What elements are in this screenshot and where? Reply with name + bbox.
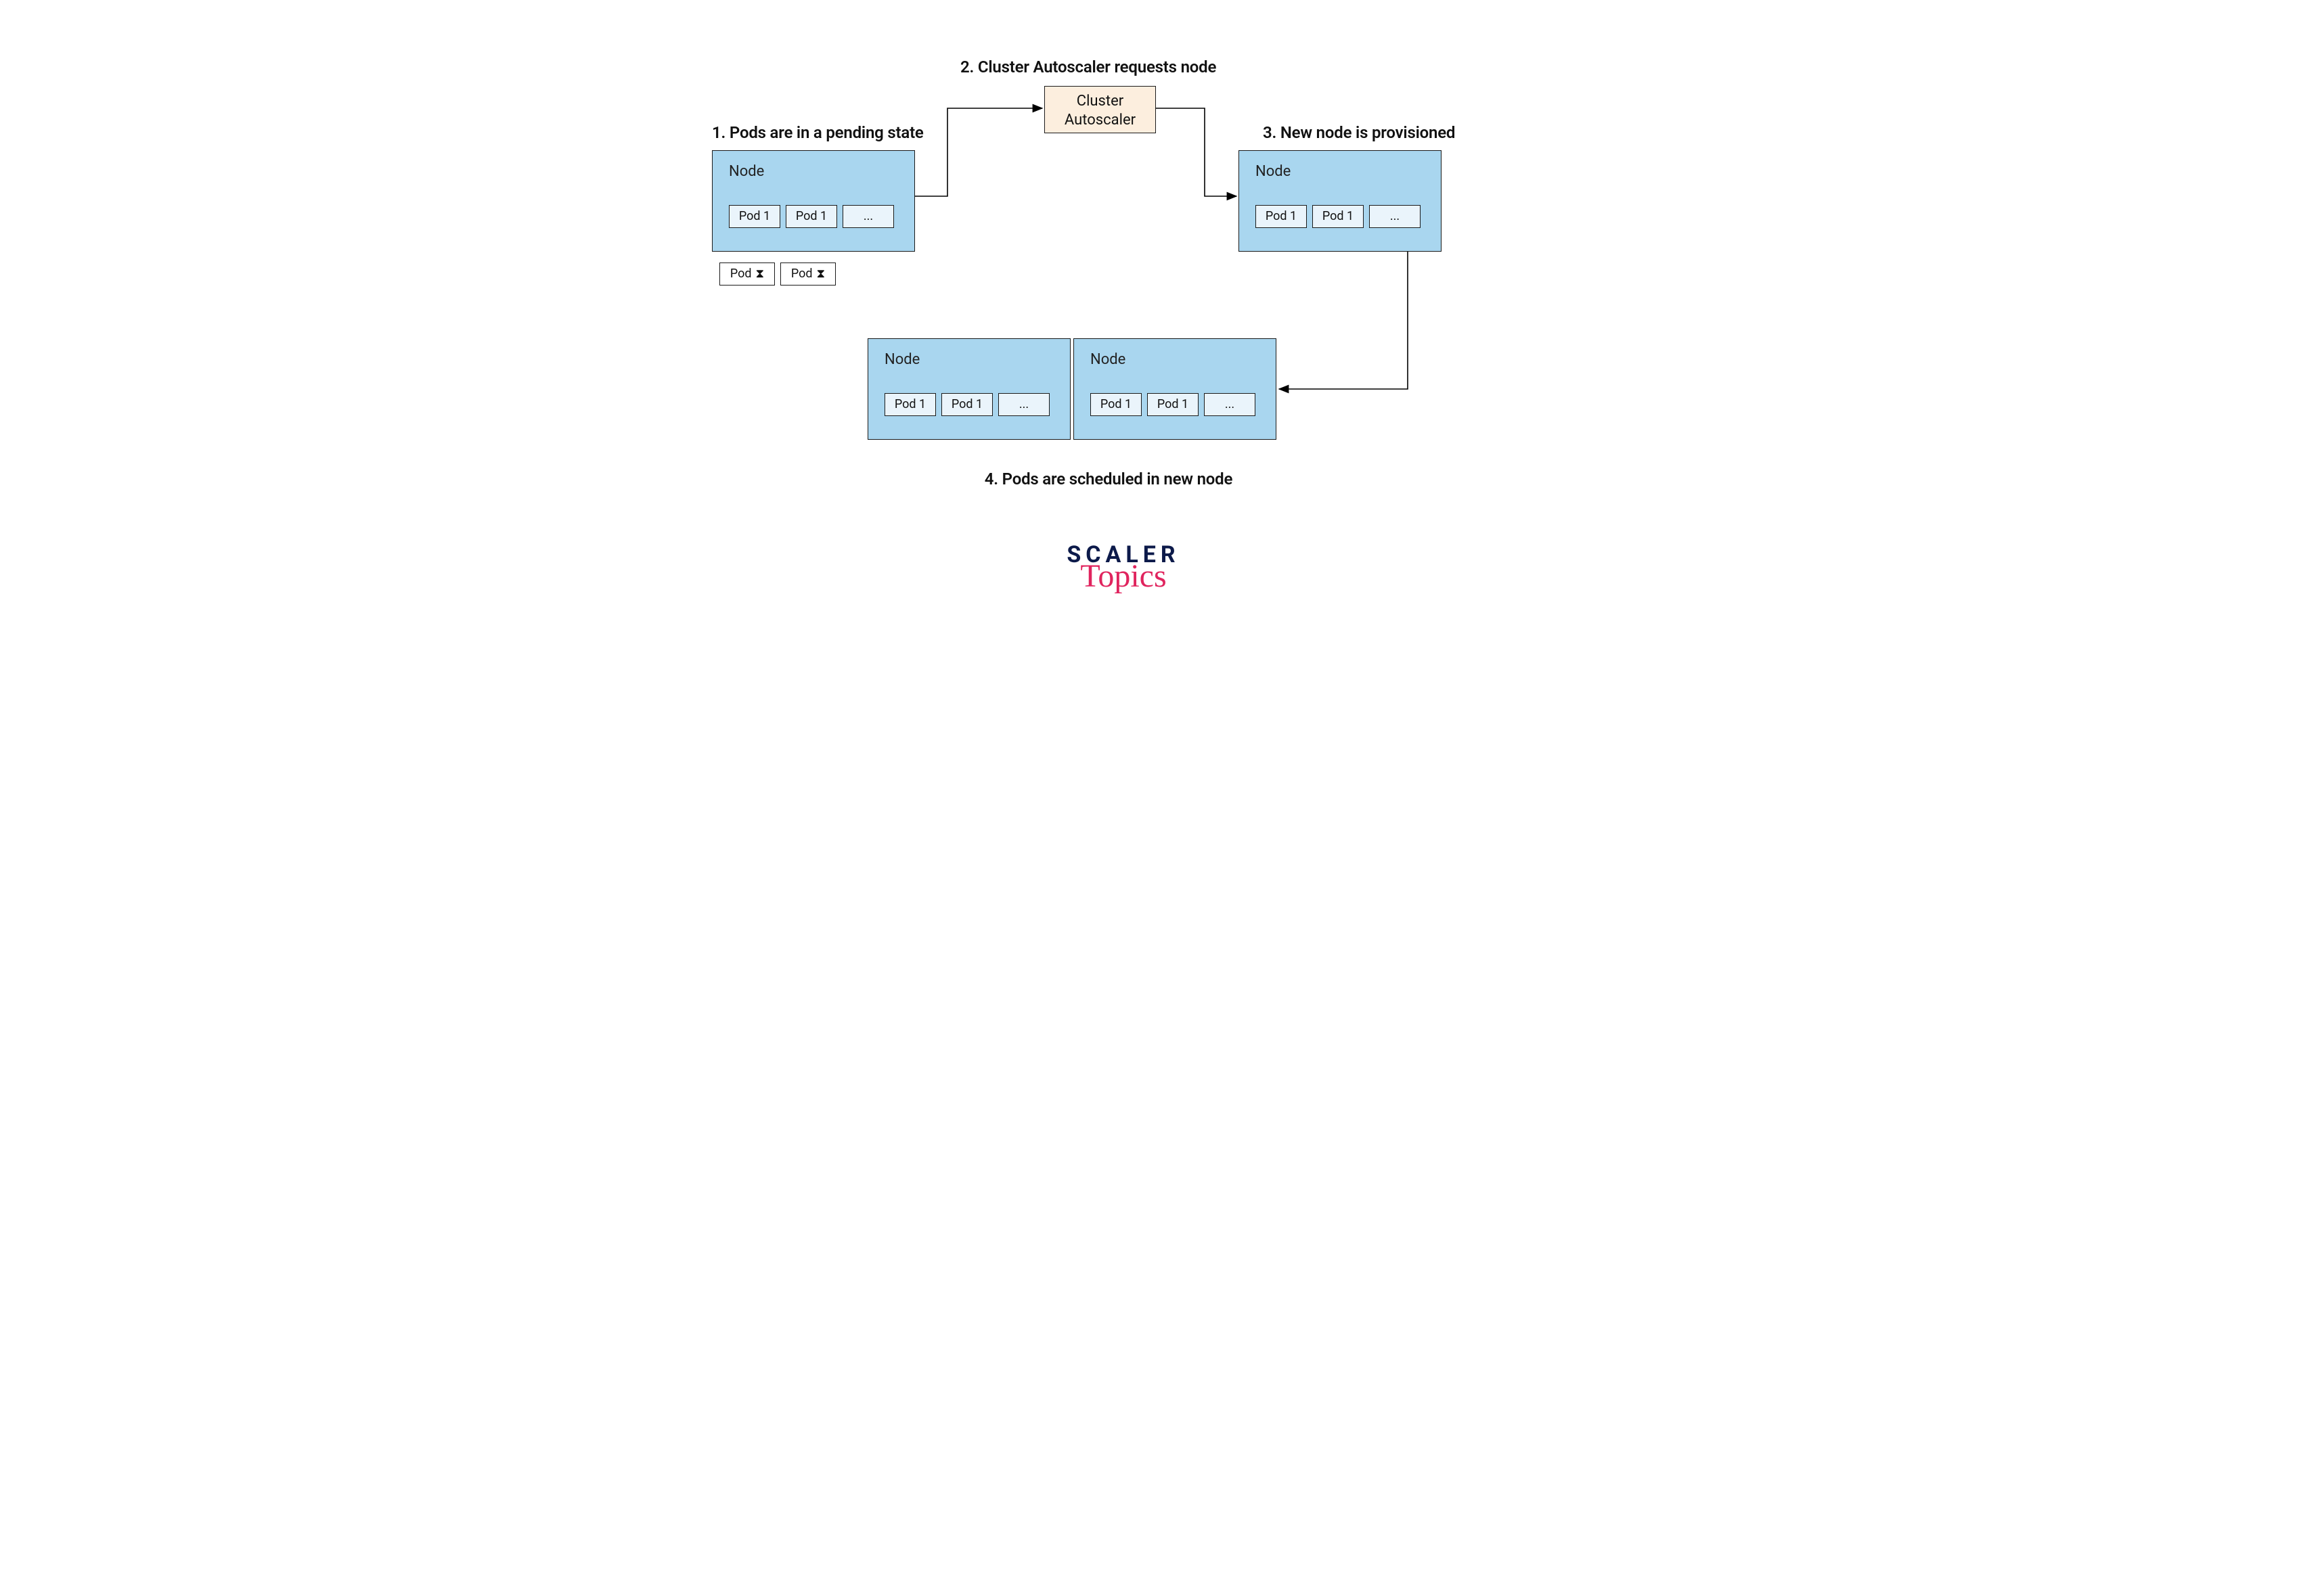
step-2-label: 2. Cluster Autoscaler requests node [960, 58, 1216, 76]
diagram-canvas: 1. Pods are in a pending state 2. Cluste… [643, 0, 1658, 704]
node-title: Node [1090, 351, 1125, 368]
pod-box: Pod 1 [1312, 205, 1364, 228]
pod-box-ellipsis: ... [1204, 393, 1255, 416]
pod-box-ellipsis: ... [843, 205, 894, 228]
autoscaler-label-line1: Cluster [1045, 92, 1155, 111]
step-1-label: 1. Pods are in a pending state [712, 123, 924, 142]
pod-box: Pod 1 [1090, 393, 1142, 416]
brand-logo: SCALER Topics [1035, 541, 1211, 593]
node-title: Node [729, 163, 764, 180]
pod-box: Pod 1 [1255, 205, 1307, 228]
pod-box: Pod 1 [1147, 393, 1199, 416]
pod-box: Pod 1 [885, 393, 936, 416]
pod-box: Pod 1 [729, 205, 780, 228]
node-title: Node [885, 351, 920, 368]
step-3-label: 3. New node is provisioned [1263, 123, 1455, 142]
pod-box-ellipsis: ... [998, 393, 1050, 416]
node-title: Node [1255, 163, 1291, 180]
cluster-autoscaler-box: Cluster Autoscaler [1044, 86, 1156, 133]
brand-line2: Topics [1035, 560, 1211, 593]
pending-pod-label: Pod [730, 263, 752, 285]
pending-pod-label: Pod [791, 263, 813, 285]
pending-pod: Pod ⧗ [719, 263, 775, 286]
pod-box: Pod 1 [941, 393, 993, 416]
hourglass-icon: ⧗ [756, 263, 765, 285]
step-4-label: 4. Pods are scheduled in new node [939, 470, 1278, 488]
node-box-new: Node Pod 1 Pod 1 ... [1238, 150, 1442, 252]
pod-box-ellipsis: ... [1369, 205, 1421, 228]
pod-box: Pod 1 [786, 205, 837, 228]
node-box-1: Node Pod 1 Pod 1 ... [712, 150, 915, 252]
pending-pod: Pod ⧗ [780, 263, 836, 286]
hourglass-icon: ⧗ [817, 263, 826, 285]
node-box-bottom-left: Node Pod 1 Pod 1 ... [868, 338, 1071, 440]
autoscaler-label-line2: Autoscaler [1045, 111, 1155, 130]
node-box-bottom-right: Node Pod 1 Pod 1 ... [1073, 338, 1276, 440]
